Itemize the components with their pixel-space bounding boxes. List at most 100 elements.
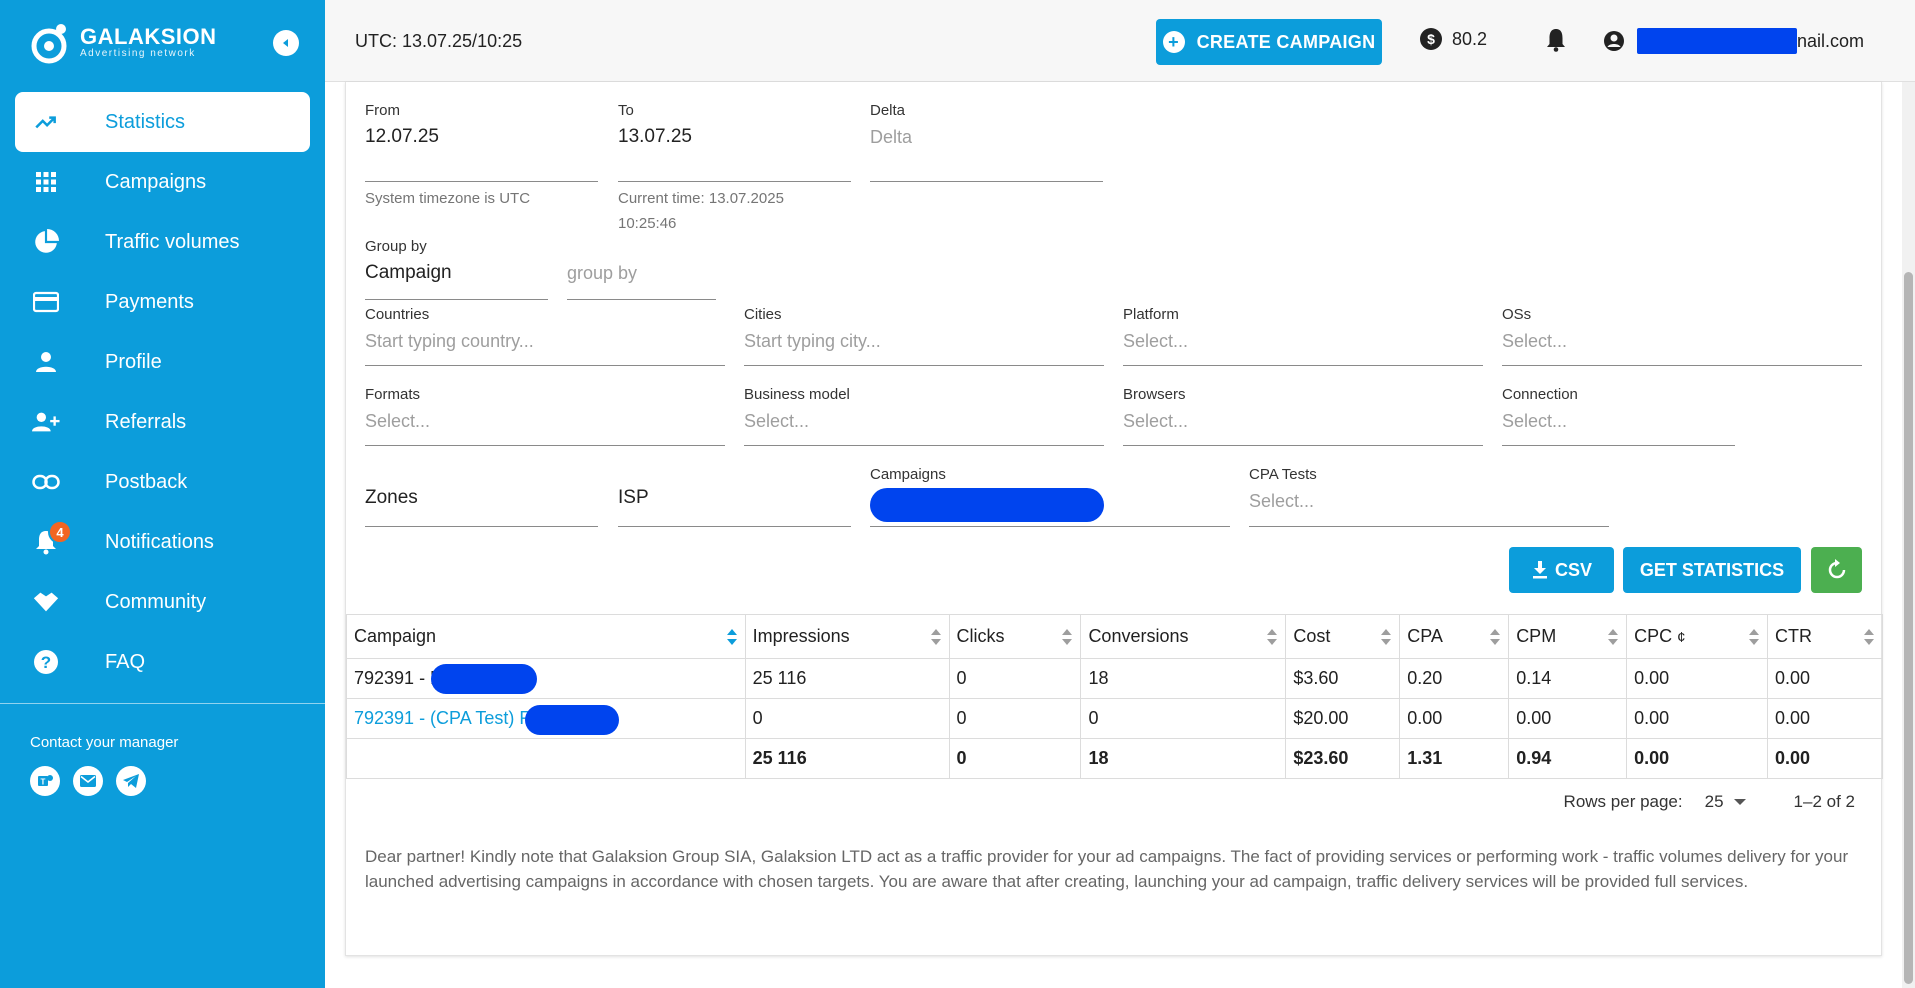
col-header-clicks[interactable]: Clicks <box>948 614 1082 659</box>
sidebar-item-statistics[interactable]: Statistics <box>15 92 310 152</box>
col-label: Conversions <box>1088 626 1189 646</box>
cpa-tests-label: CPA Tests <box>1249 466 1317 483</box>
cities-field[interactable]: Cities Start typing city... <box>744 306 1104 366</box>
countries-field[interactable]: Countries Start typing country... <box>365 306 725 366</box>
cell-cpc: 0.00 <box>1626 698 1768 739</box>
campaign-link[interactable]: 792391 - (CPA Test) R <box>354 708 532 728</box>
platform-field[interactable]: Platform Select... <box>1123 306 1483 366</box>
browsers-placeholder: Select... <box>1123 411 1189 431</box>
user-menu[interactable]: nail.com <box>1603 28 1864 54</box>
sidebar-item-postback[interactable]: Postback <box>0 452 325 512</box>
zones-value: Zones <box>365 487 418 508</box>
col-header-ctr[interactable]: CTR <box>1767 614 1883 659</box>
sidebar-item-label: FAQ <box>105 650 146 673</box>
person-icon <box>32 348 60 376</box>
csv-download-button[interactable]: CSV <box>1509 547 1614 593</box>
sort-icon <box>1608 629 1619 645</box>
teams-icon[interactable]: T <box>30 766 60 796</box>
to-date-field[interactable]: To 13.07.25 Current time: 13.07.2025 10:… <box>618 102 851 232</box>
oss-field[interactable]: OSs Select... <box>1502 306 1862 366</box>
col-header-cpm[interactable]: CPM <box>1508 614 1628 659</box>
oss-placeholder: Select... <box>1502 331 1568 351</box>
sidebar-item-label: Postback <box>105 470 188 493</box>
sidebar-nav: Statistics Campaigns Traffic volumes Pay… <box>0 92 325 692</box>
help-icon: ? <box>32 648 60 676</box>
col-label: CTR <box>1775 626 1812 646</box>
cell-conversions: 0 <box>1080 698 1287 739</box>
cpa-tests-field[interactable]: CPA Tests Select... <box>1249 466 1609 527</box>
collapse-sidebar-button[interactable] <box>273 30 299 56</box>
mail-icon[interactable] <box>73 766 103 796</box>
scrollbar-thumb[interactable] <box>1904 272 1913 984</box>
business-model-field[interactable]: Business model Select... <box>744 386 1104 446</box>
download-icon <box>1532 561 1547 579</box>
group-by-value: Campaign <box>365 262 452 283</box>
pagination-range: 1–2 of 2 <box>1793 792 1855 811</box>
col-header-campaign[interactable]: Campaign <box>346 614 746 659</box>
cell-campaign[interactable]: 792391 - (CPA Test) R <box>346 698 746 739</box>
cpa-tests-placeholder: Select... <box>1249 491 1315 511</box>
sidebar-item-referrals[interactable]: Referrals <box>0 392 325 452</box>
current-time-hint: Current time: 13.07.2025 <box>618 190 784 207</box>
connection-label: Connection <box>1502 386 1578 403</box>
formats-field[interactable]: Formats Select... <box>365 386 725 446</box>
sidebar-item-notifications[interactable]: 4 Notifications <box>0 512 325 572</box>
pie-chart-icon <box>32 228 60 256</box>
total-impressions: 25 116 <box>744 738 950 779</box>
col-header-cost[interactable]: Cost <box>1285 614 1401 659</box>
sidebar-item-traffic-volumes[interactable]: Traffic volumes <box>0 212 325 272</box>
cities-label: Cities <box>744 306 782 323</box>
chevron-left-icon <box>283 39 288 47</box>
col-header-cpc[interactable]: CPC ¢ <box>1626 614 1768 659</box>
balance[interactable]: $ 80.2 <box>1420 28 1487 50</box>
credit-card-icon <box>32 288 60 316</box>
rows-per-page-label: Rows per page: <box>1563 792 1683 811</box>
cell-cpc: 0.00 <box>1626 658 1768 699</box>
delta-field[interactable]: Delta Delta <box>870 102 1103 182</box>
cell-ctr: 0.00 <box>1767 658 1883 699</box>
grid-icon <box>32 168 60 196</box>
sidebar-item-community[interactable]: Community <box>0 572 325 632</box>
logo[interactable]: GALAKSION Advertising network <box>28 18 217 68</box>
redacted-campaign-name <box>525 705 619 735</box>
sidebar: GALAKSION Advertising network Statistics… <box>0 0 325 988</box>
table-row: 792391 - (CPA Test) R 0 0 0 $20.00 0.00 … <box>346 698 1883 739</box>
col-header-impressions[interactable]: Impressions <box>744 614 950 659</box>
sidebar-item-label: Statistics <box>105 110 186 133</box>
connection-field[interactable]: Connection Select... <box>1502 386 1735 446</box>
isp-field[interactable]: ISP <box>618 466 851 527</box>
from-hint: System timezone is UTC <box>365 190 531 207</box>
sidebar-item-label: Community <box>105 590 207 613</box>
cities-placeholder: Start typing city... <box>744 331 881 351</box>
platform-label: Platform <box>1123 306 1179 323</box>
from-date-field[interactable]: From 12.07.25 System timezone is UTC <box>365 102 598 207</box>
sort-icon <box>930 629 941 645</box>
sort-icon <box>1381 629 1392 645</box>
sidebar-item-faq[interactable]: ? FAQ <box>0 632 325 692</box>
redacted-campaign-name <box>431 664 537 694</box>
sidebar-item-profile[interactable]: Profile <box>0 332 325 392</box>
countries-label: Countries <box>365 306 430 323</box>
notifications-bell-icon[interactable] <box>1545 28 1567 57</box>
get-statistics-button[interactable]: GET STATISTICS <box>1623 547 1801 593</box>
page-scrollbar[interactable] <box>1902 82 1915 988</box>
col-header-conversions[interactable]: Conversions <box>1080 614 1287 659</box>
campaigns-field[interactable]: Campaigns <box>870 466 1230 527</box>
reset-button[interactable] <box>1811 547 1862 593</box>
sidebar-item-campaigns[interactable]: Campaigns <box>0 152 325 212</box>
formats-label: Formats <box>365 386 421 403</box>
col-header-cpa[interactable]: CPA <box>1399 614 1510 659</box>
sidebar-item-payments[interactable]: Payments <box>0 272 325 332</box>
delta-label: Delta <box>870 102 906 119</box>
telegram-icon[interactable] <box>116 766 146 796</box>
contact-icons: T <box>30 766 146 796</box>
browsers-field[interactable]: Browsers Select... <box>1123 386 1483 446</box>
zones-field[interactable]: Zones <box>365 466 598 527</box>
cell-cost: $20.00 <box>1285 698 1401 739</box>
rows-per-page-select[interactable]: 25 <box>1705 792 1746 812</box>
cell-clicks: 0 <box>948 698 1082 739</box>
total-ctr: 0.00 <box>1767 738 1883 779</box>
create-campaign-button[interactable]: + CREATE CAMPAIGN <box>1156 19 1382 65</box>
sidebar-divider <box>0 703 325 704</box>
connection-placeholder: Select... <box>1502 411 1568 431</box>
